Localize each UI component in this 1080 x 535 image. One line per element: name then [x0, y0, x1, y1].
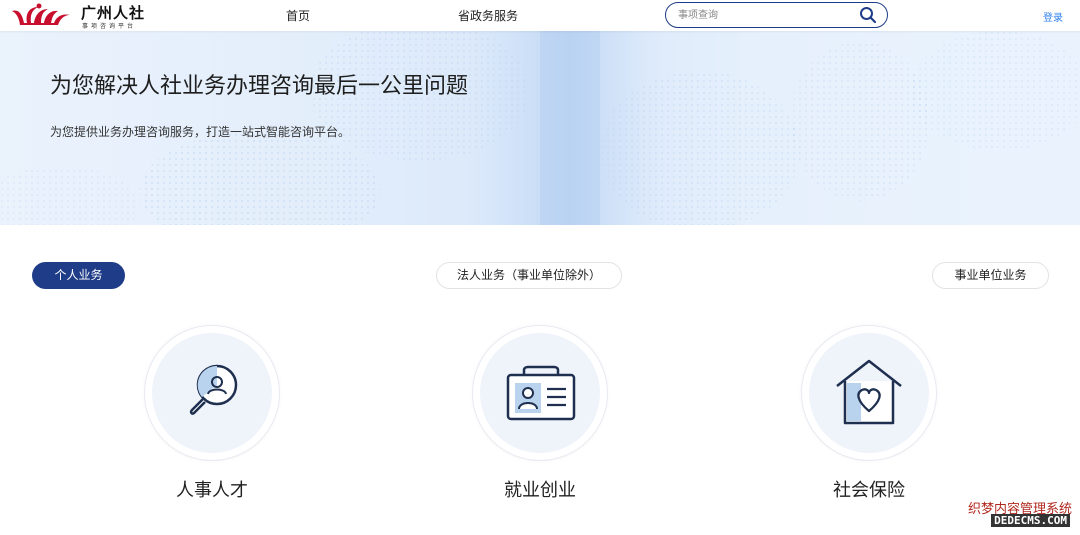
top-header: 广州人社 事项咨询平台 首页 省政务服务 登录 — [0, 0, 1080, 31]
login-link[interactable]: 登录 — [1043, 9, 1063, 24]
dedecms-watermark: 织梦内容管理系统 DEDECMS.COM — [967, 498, 1080, 535]
banner-subtitle: 为您提供业务办理咨询服务，打造一站式智能咨询平台。 — [50, 125, 351, 139]
house-heart-icon — [836, 359, 902, 425]
logo-subtitle: 事项咨询平台 — [82, 23, 137, 30]
nav-province-gov-service[interactable]: 省政务服务 — [458, 7, 518, 24]
search-input[interactable] — [678, 6, 848, 24]
hero-banner: 为您解决人社业务办理咨询最后一公里问题 为您提供业务办理咨询服务，打造一站式智能… — [0, 31, 1080, 225]
watermark-text-en: DEDECMS.COM — [991, 514, 1070, 527]
banner-title: 为您解决人社业务办理咨询最后一公里问题 — [50, 74, 469, 99]
tab-public-institution-business[interactable]: 事业单位业务 — [932, 262, 1049, 289]
service-label: 人事人才 — [176, 480, 248, 501]
service-icon-ring — [472, 325, 608, 461]
site-logo[interactable]: 广州人社 事项咨询平台 — [10, 1, 145, 31]
search-icon[interactable] — [859, 6, 877, 24]
search-box — [665, 2, 888, 28]
talent-search-icon — [189, 364, 238, 415]
service-personnel-talent[interactable]: 人事人才 — [142, 325, 282, 505]
logo-mark-icon — [12, 3, 70, 25]
id-card-icon — [506, 365, 576, 421]
service-label: 就业创业 — [504, 480, 576, 501]
logo-title: 广州人社 — [81, 4, 146, 22]
tab-legal-entity-business[interactable]: 法人业务（事业单位除外） — [436, 262, 622, 289]
service-employment-entrepreneurship[interactable]: 就业创业 — [470, 325, 610, 505]
service-icon-ring — [144, 325, 280, 461]
tab-personal-business[interactable]: 个人业务 — [32, 262, 125, 289]
service-icon-ring — [801, 325, 937, 461]
service-social-insurance[interactable]: 社会保险 — [799, 325, 939, 505]
service-label: 社会保险 — [833, 480, 905, 501]
nav-home[interactable]: 首页 — [286, 7, 310, 24]
